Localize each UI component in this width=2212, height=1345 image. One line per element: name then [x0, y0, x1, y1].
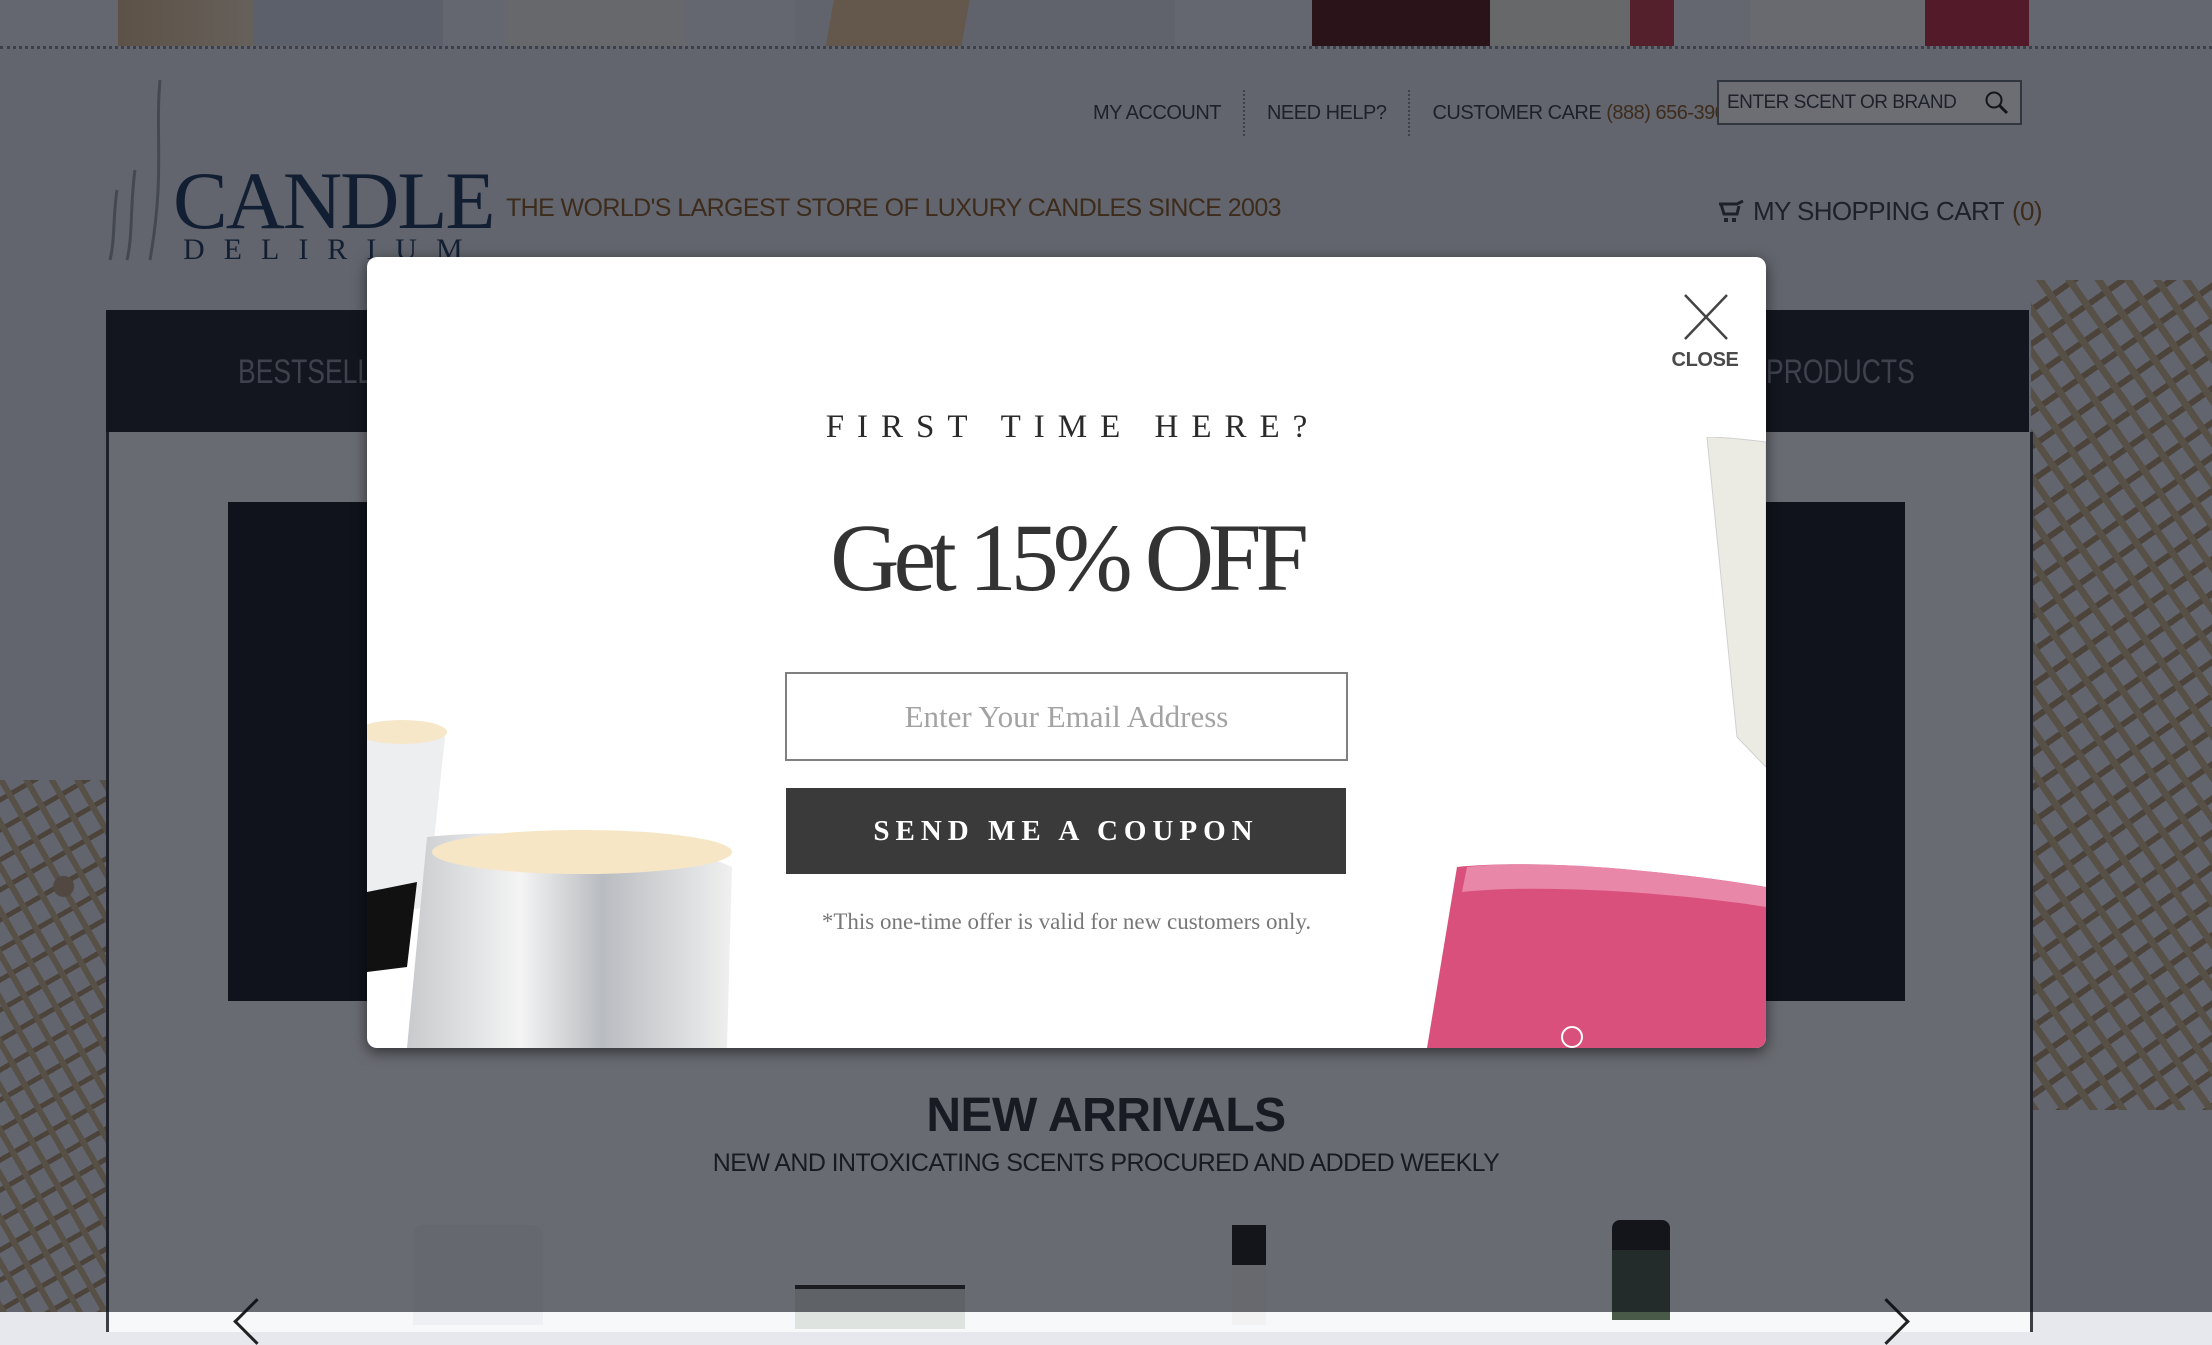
close-label: CLOSE	[1671, 349, 1739, 371]
close-icon	[1684, 294, 1728, 340]
send-coupon-button[interactable]: SEND ME A COUPON	[786, 788, 1346, 874]
modal-headline: Get 15% OFF	[830, 504, 1309, 611]
candle-image-left	[367, 720, 732, 1048]
offer-disclaimer: *This one-time offer is valid for new cu…	[821, 909, 1312, 934]
modal-eyebrow: FIRST TIME HERE?	[825, 409, 1321, 445]
email-input[interactable]	[785, 672, 1348, 761]
close-button[interactable]: CLOSE	[1670, 285, 1740, 385]
coupon-modal: CLOSE FIRST TIME HERE? Get 15% OFF SEND …	[367, 257, 1766, 1048]
